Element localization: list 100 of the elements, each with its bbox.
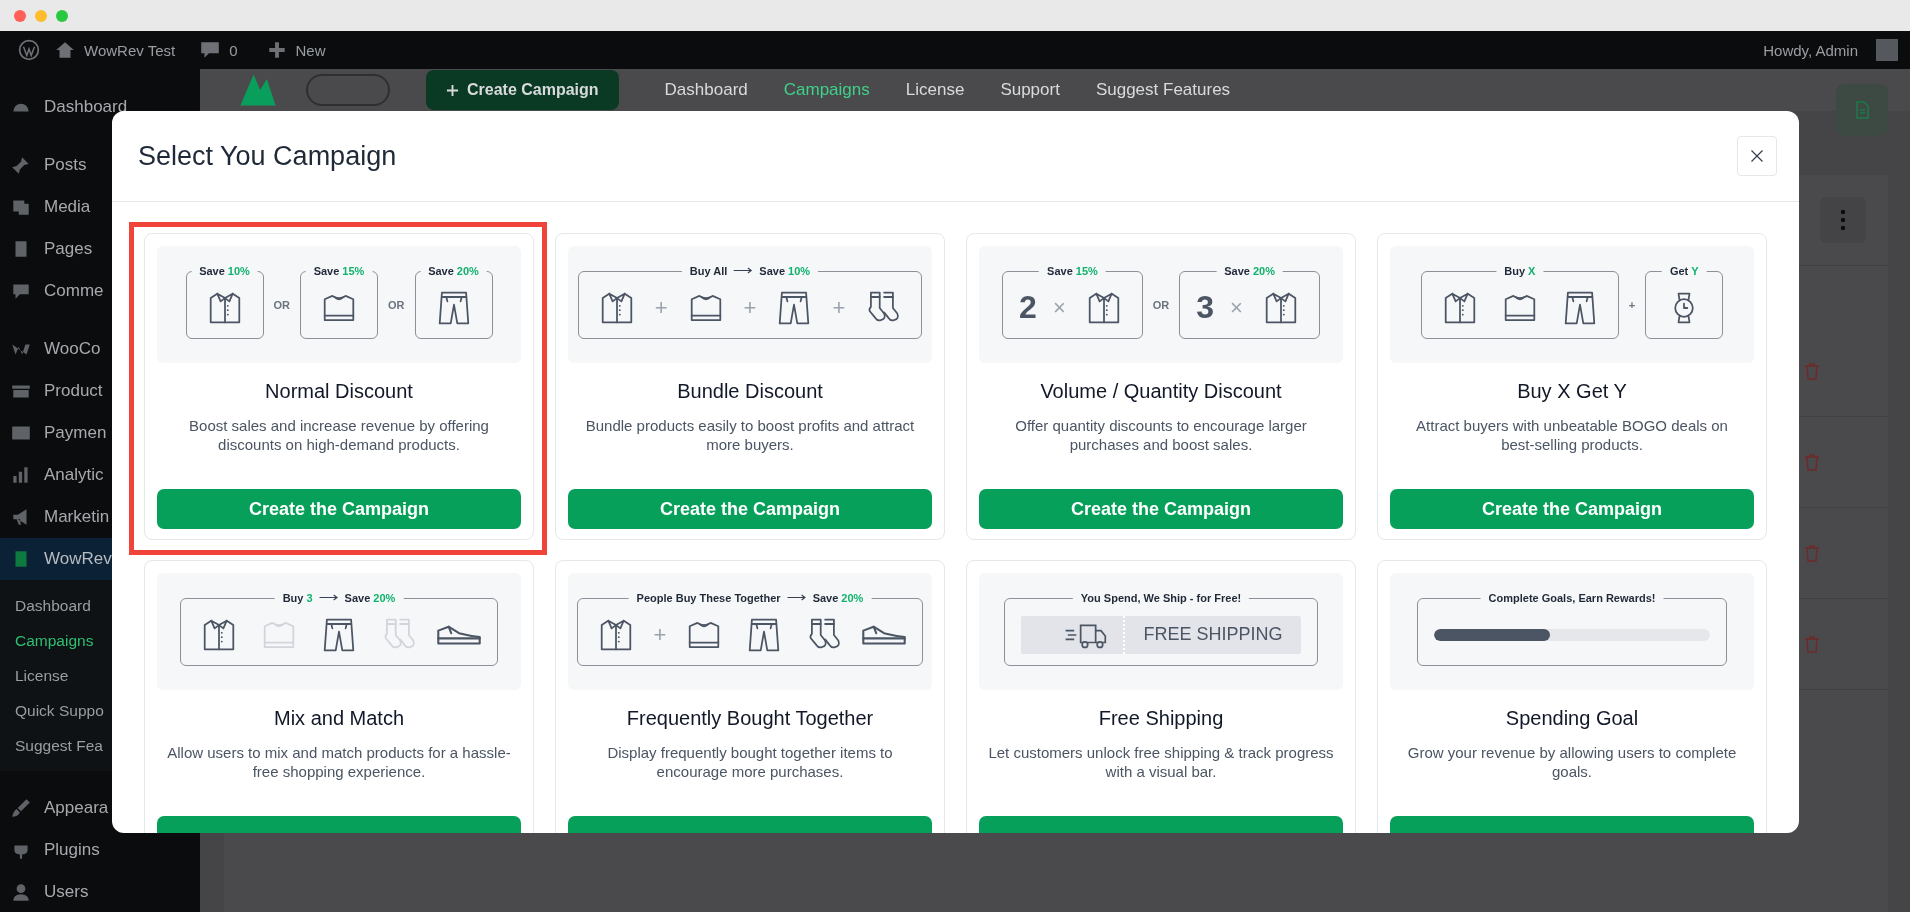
caption-value: 20% — [1252, 264, 1275, 277]
plus-icon — [446, 83, 459, 97]
card-title: Spending Goal — [1505, 707, 1639, 730]
sidebar-label: Media — [44, 197, 91, 217]
sidebar-label: WowRev — [44, 549, 112, 569]
more-options-button[interactable] — [1820, 197, 1866, 243]
card-title: Normal Discount — [265, 380, 413, 403]
close-window-icon[interactable] — [14, 9, 26, 22]
plus-sign: + — [743, 294, 757, 321]
sidebar-label: Paymen — [44, 423, 107, 443]
caption-label: Save — [199, 264, 225, 277]
card-description: Display frequently bought together items to encourage more purchases. — [606, 743, 894, 781]
campaign-card[interactable]: Buy 3 Save 20% Mix and Match Allow users to mix and match products for a hassle-free shopping experience. — [144, 560, 534, 833]
avatar-placeholder[interactable] — [1876, 39, 1898, 61]
card-title: Volume / Quantity Discount — [1040, 380, 1282, 403]
card-title: Mix and Match — [273, 707, 405, 730]
campaign-card[interactable]: Buy All Save 10% + + + Bundle Discount Bundle products easily to boost profits and attract more buyers. Create the Campaign — [555, 233, 945, 540]
plus-sign: + — [653, 621, 667, 648]
sidebar-item[interactable]: Users — [0, 871, 200, 912]
card-description: Grow your revenue by allowing users to complete goals. — [1406, 743, 1738, 781]
caption-label: Buy — [282, 591, 304, 604]
sidebar-item[interactable]: Media — [0, 186, 200, 228]
campaign-card[interactable]: You Spend, We Ship - for Free! FREE SHIPPING Free Shipping Let customers unlock free shipping & track progress with a visual bar. — [966, 560, 1356, 833]
sidebar-label: Plugins — [44, 840, 100, 860]
caption-label: Save — [428, 264, 454, 277]
caption-label: Buy — [1504, 264, 1525, 277]
campaign-card[interactable]: Save 15% 2 × OR Save 20% 3 × Volume / Quantity Discount Offer quantity discounts to encourage larger purchases and boost sales. Create the Campaign — [966, 233, 1356, 540]
nav-tab[interactable]: Support — [1000, 80, 1060, 100]
card-title: Frequently Bought Together — [626, 707, 874, 730]
caption-value: 15% — [342, 264, 365, 277]
arrow-icon — [733, 266, 754, 275]
caption-label: Complete Goals, Earn Rewards! — [1488, 591, 1656, 604]
card-description: Allow users to mix and match products for a hassle-free shopping experience. — [166, 743, 512, 781]
caption-label: Buy All — [689, 264, 728, 277]
nav-tab[interactable]: Campaigns — [783, 80, 870, 100]
brush-icon — [10, 797, 32, 819]
create-campaign-button[interactable]: Create Campaign — [426, 70, 619, 110]
card-title: Bundle Discount — [677, 380, 823, 403]
caption-value: 10% — [788, 264, 811, 277]
plus-sign: + — [832, 294, 846, 321]
trash-icon[interactable] — [1804, 453, 1820, 471]
quantity-number: 2 — [1019, 289, 1037, 326]
minimize-window-icon[interactable] — [35, 9, 47, 22]
joiner-text: + — [1628, 298, 1636, 311]
times-sign: × — [1230, 294, 1243, 321]
sidebar-label: Appeara — [44, 798, 109, 818]
comment-count[interactable]: 0 — [229, 41, 238, 59]
card-title: Free Shipping — [1098, 707, 1224, 730]
caption-value: 20% — [456, 264, 479, 277]
sidebar-label: Users — [44, 882, 89, 902]
arrow-icon — [318, 593, 339, 602]
campaign-card[interactable]: People Buy These Together Save 20% + Frequently Bought Together Display frequently bought together items to encourage more purchases. — [555, 560, 945, 833]
plus-sign: + — [654, 294, 668, 321]
campaign-card[interactable]: Buy X + Get Y Buy X Get Y Attract buyers with unbeatable BOGO deals on best-selling products. Create the Campaign — [1377, 233, 1767, 540]
wordpress-logo-icon[interactable] — [18, 39, 40, 61]
button-label: Create Campaign — [467, 81, 599, 99]
caption-value: 20% — [373, 591, 396, 604]
caption-label: Get — [1669, 264, 1689, 277]
card-description: Let customers unlock free shipping & track progress with a visual bar. — [987, 743, 1335, 781]
sidebar-label: Posts — [44, 155, 87, 175]
trash-icon[interactable] — [1804, 635, 1820, 653]
quantity-number: 3 — [1196, 289, 1215, 326]
caption-value: Y — [1691, 264, 1699, 277]
card-description: Attract buyers with unbeatable BOGO deals on best-selling products. — [1415, 416, 1729, 454]
joiner-text: OR — [273, 298, 290, 311]
trash-icon[interactable] — [1804, 544, 1820, 562]
sidebar-label: Pages — [44, 239, 93, 259]
caption-value: 3 — [306, 591, 313, 604]
sidebar-label: Product — [44, 381, 103, 401]
arrow-icon — [786, 593, 807, 602]
nav-tab[interactable]: Dashboard — [664, 80, 748, 100]
caption-value: X — [1528, 264, 1536, 277]
greeting-link[interactable]: Howdy, Admin — [1763, 41, 1858, 59]
trash-icon[interactable] — [1804, 362, 1820, 380]
joiner-text: OR — [388, 298, 405, 311]
maximize-window-icon[interactable] — [56, 9, 68, 22]
sidebar-label: Marketin — [44, 507, 110, 527]
caption-value: 20% — [841, 591, 864, 604]
close-button[interactable] — [1737, 136, 1777, 176]
document-button[interactable] — [1836, 84, 1888, 136]
site-name-link[interactable]: WowRev Test — [84, 41, 176, 59]
caption-label: Save — [344, 591, 371, 604]
card-description: Bundle products easily to boost profits and attract more buyers. — [584, 416, 916, 454]
caption-label: Save — [1224, 264, 1250, 277]
caption-value: 10% — [227, 264, 250, 277]
caption-label: Save — [759, 264, 786, 277]
nav-tab[interactable]: Suggest Features — [1095, 80, 1231, 100]
user-icon — [10, 881, 32, 903]
sidebar-item[interactable]: Dashboard — [0, 86, 200, 128]
shoe-icon — [862, 624, 907, 645]
campaign-card[interactable]: Complete Goals, Earn Rewards! Spending Goal Grow your revenue by allowing users to complete goals. — [1377, 560, 1767, 833]
card-title: Buy X Get Y — [1517, 380, 1627, 403]
caption-label: You Spend, We Ship - for Free! — [1080, 591, 1242, 604]
joiner-text: OR — [1152, 298, 1170, 311]
nav-tab[interactable]: License — [905, 80, 965, 100]
caption-label: Save — [812, 591, 839, 604]
sidebar-label: Analytic — [44, 465, 104, 485]
sidebar-label: Comme — [44, 281, 104, 301]
new-link[interactable]: New — [295, 41, 326, 59]
campaign-card[interactable]: Save 10% OR Save 15% OR Save 20% Normal Discount Boost sales and increase revenue by offering discounts on high-demand products. Create the Campaign — [144, 233, 534, 540]
